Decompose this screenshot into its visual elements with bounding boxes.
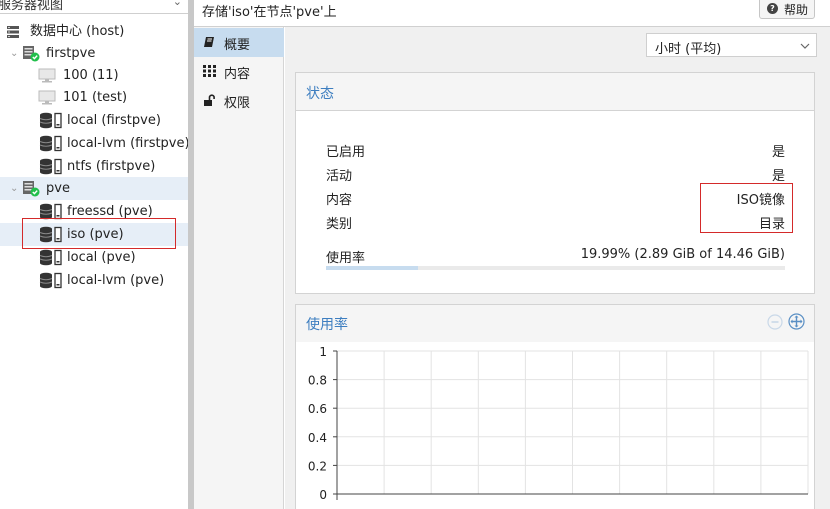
resource-tree: 服务器视图 ⌄ 数据中心 (host) ⌄ firstpve 100 (11) … [0,0,188,509]
zoom-out-icon[interactable] [767,314,783,334]
collapse-chevron-icon[interactable]: ⌄ [10,177,18,200]
tree-item-label: firstpve [46,46,96,61]
tree-item-label: local-lvm (firstpve) [67,136,188,151]
tree-item-label: ntfs (firstpve) [67,159,156,174]
page-title: 存储'iso'在节点'pve'上 [202,5,337,20]
usage-chart-header: 使用率 [296,305,814,342]
status-row-label: 活动 [326,169,353,184]
tree-node-pve[interactable]: ⌄ pve [0,177,188,200]
annotation-highlight-box [22,218,176,249]
tree-item-label: local (pve) [67,250,136,265]
chart-y-tick-label: 0 [319,488,327,502]
status-panel-header: 状态 [296,73,814,111]
chart-y-tick-label: 0.6 [308,402,327,416]
tree-item-storage[interactable]: local-lvm (pve) [0,269,188,292]
tab-content[interactable]: 内容 [194,57,284,86]
chart-y-tick-label: 1 [319,345,327,359]
timeframe-select[interactable]: 小时 (平均) [646,33,817,57]
tree-item-label: 100 (11) [63,68,119,83]
storage-icon [38,272,64,297]
chart-y-tick-label: 0.4 [308,431,327,445]
tree-item-label: pve [46,181,70,196]
chevron-down-icon [800,39,810,54]
help-button-label: 帮助 [784,3,809,17]
usage-label: 使用率 [326,251,366,266]
usage-progress-bar [326,266,785,270]
book-icon [203,36,216,52]
status-row-label: 已启用 [326,145,366,160]
tab-label: 概要 [224,38,251,53]
zoom-reset-icon[interactable] [788,313,805,334]
tree-item-storage[interactable]: ntfs (firstpve) [0,155,188,178]
tree-item-vm[interactable]: 101 (test) [0,86,188,109]
status-row-value: 是 [771,145,785,160]
usage-chart-title: 使用率 [306,317,348,333]
timeframe-select-value: 小时 (平均) [655,42,722,57]
tree-item-label: 101 (test) [63,90,128,105]
chevron-down-icon: ⌄ [172,0,182,8]
question-icon: ? [767,3,778,14]
usage-chart: 1 0.8 0.6 0.4 0.2 0 [308,345,809,502]
chart-y-tick-label: 0.8 [308,374,327,388]
side-tabs: 概要 内容 权限 [194,27,284,509]
status-panel-title: 状态 [306,86,334,102]
tree-item-datacenter[interactable]: 数据中心 (host) [0,20,188,43]
annotation-highlight-box [700,183,793,233]
tree-item-label: local-lvm (pve) [67,273,165,288]
tree-item-storage[interactable]: local-lvm (firstpve) [0,132,188,155]
view-select[interactable]: 服务器视图 ⌄ [0,0,188,14]
tab-summary[interactable]: 概要 [194,28,284,57]
status-row-value: 是 [771,169,785,184]
tab-permissions[interactable]: 权限 [194,86,284,115]
tab-label: 权限 [224,96,251,111]
collapse-chevron-icon[interactable]: ⌄ [10,42,18,65]
status-row-label: 类别 [326,217,353,232]
tree-item-vm[interactable]: 100 (11) [0,64,188,87]
tree-item-storage[interactable]: local (pve) [0,246,188,269]
chart-y-tick-label: 0.2 [308,459,327,473]
tree-node-firstpve[interactable]: ⌄ firstpve [0,42,188,65]
tree-item-storage[interactable]: local (firstpve) [0,109,188,132]
tree-item-label: 数据中心 (host) [30,24,125,39]
tree-item-label: local (firstpve) [67,113,161,128]
view-select-value: 服务器视图 [0,0,64,13]
unlock-icon [203,94,216,111]
grid-icon [203,65,216,81]
help-button[interactable]: ? 帮助 [759,0,815,19]
usage-progress-fill [326,266,418,270]
tab-label: 内容 [224,67,251,82]
status-row-label: 内容 [326,193,353,208]
usage-value: 19.99% (2.89 GiB of 14.46 GiB) [580,247,785,262]
